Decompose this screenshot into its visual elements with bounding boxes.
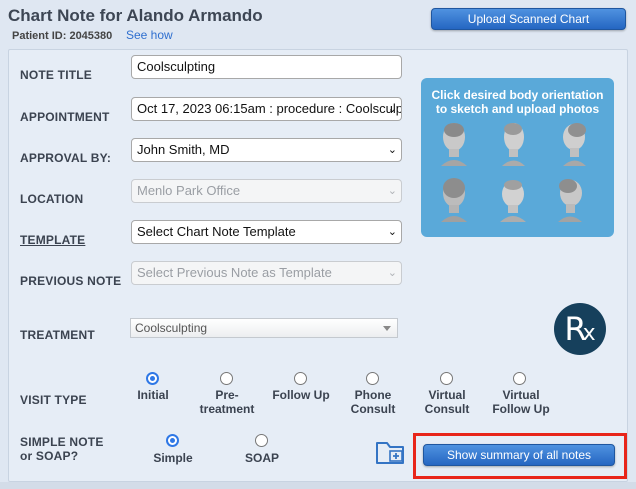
location-value: Menlo Park Office bbox=[137, 183, 241, 198]
visit-type-virtual-consult-line2: Consult bbox=[424, 402, 470, 416]
upload-scanned-chart-button[interactable]: Upload Scanned Chart bbox=[431, 8, 626, 30]
visit-type-virtual-consult-label: Virtual Consult bbox=[412, 388, 482, 416]
patient-id: Patient ID: 2045380 bbox=[12, 30, 113, 42]
appointment-label: APPOINTMENT bbox=[20, 110, 110, 124]
previous-note-label: PREVIOUS NOTE bbox=[20, 274, 122, 288]
page-title: Chart Note for Alando Armando bbox=[8, 6, 263, 25]
treatment-value: Coolsculpting bbox=[135, 321, 208, 335]
simple-or-soap-label-line1: SIMPLE NOTE bbox=[20, 435, 104, 449]
visit-type-initial-label: Initial bbox=[122, 388, 184, 402]
template-select[interactable]: Select Chart Note Template ⌄ bbox=[131, 220, 402, 244]
simple-note-radio[interactable] bbox=[166, 434, 179, 447]
rx-prescription-icon[interactable]: Rx bbox=[554, 303, 606, 355]
appointment-select[interactable]: Oct 17, 2023 06:15am : procedure : Cools… bbox=[131, 97, 402, 121]
bottom-divider bbox=[0, 482, 636, 489]
visit-type-initial-text: Initial bbox=[137, 388, 169, 402]
note-title-value: Coolsculpting bbox=[137, 59, 216, 74]
head-profile-icon[interactable] bbox=[553, 176, 591, 222]
visit-type-pretreatment-line2: treatment bbox=[199, 402, 255, 416]
visit-type-virtual-consult-line1: Virtual bbox=[428, 388, 466, 402]
visit-type-pretreatment-radio[interactable] bbox=[220, 372, 233, 385]
visit-type-label: VISIT TYPE bbox=[20, 393, 87, 407]
soap-note-label: SOAP bbox=[244, 451, 279, 465]
head-front-icon[interactable] bbox=[435, 120, 473, 166]
head-three-quarter-icon[interactable] bbox=[494, 120, 532, 166]
location-select: Menlo Park Office ⌄ bbox=[131, 179, 402, 203]
visit-type-virtual-follow-up-radio[interactable] bbox=[513, 372, 526, 385]
treatment-label: TREATMENT bbox=[20, 328, 95, 342]
see-how-link[interactable]: See how bbox=[126, 28, 173, 42]
rx-subscript: x bbox=[582, 321, 596, 346]
chevron-down-icon: ⌄ bbox=[387, 185, 397, 197]
previous-note-value: Select Previous Note as Template bbox=[137, 265, 332, 280]
location-label: LOCATION bbox=[20, 192, 84, 206]
visit-type-phone-consult-line1: Phone bbox=[354, 388, 392, 402]
visit-type-follow-up-label: Follow Up bbox=[266, 388, 336, 402]
visit-type-virtual-follow-up-label: Virtual Follow Up bbox=[484, 388, 558, 416]
visit-type-pretreatment-label: Pre- treatment bbox=[190, 388, 264, 416]
head-back-icon[interactable] bbox=[435, 176, 473, 222]
soap-note-radio[interactable] bbox=[255, 434, 268, 447]
head-up-icon[interactable] bbox=[494, 176, 532, 222]
head-side-icon[interactable] bbox=[553, 120, 591, 166]
visit-type-virtual-consult-radio[interactable] bbox=[440, 372, 453, 385]
visit-type-pretreatment-line1: Pre- bbox=[215, 388, 239, 402]
visit-type-virtual-follow-up-line2: Follow Up bbox=[492, 402, 550, 416]
visit-type-follow-up-radio[interactable] bbox=[294, 372, 307, 385]
treatment-select[interactable]: Coolsculpting bbox=[130, 318, 398, 338]
chevron-down-icon: ⌄ bbox=[387, 103, 397, 115]
approval-by-select[interactable]: John Smith, MD ⌄ bbox=[131, 138, 402, 162]
approval-by-value: John Smith, MD bbox=[137, 142, 230, 157]
simple-or-soap-label-line2: or SOAP? bbox=[20, 449, 79, 463]
simple-or-soap-label: SIMPLE NOTE or SOAP? bbox=[20, 435, 104, 463]
appointment-value: Oct 17, 2023 06:15am : procedure : Cools… bbox=[137, 101, 402, 116]
chevron-down-icon: ⌄ bbox=[387, 267, 397, 279]
chevron-down-icon: ⌄ bbox=[387, 226, 397, 238]
simple-note-label: Simple bbox=[153, 451, 193, 465]
visit-type-phone-consult-line2: Consult bbox=[350, 402, 396, 416]
body-orientation-panel: Click desired body orientation to sketch… bbox=[421, 78, 614, 237]
show-summary-of-all-notes-button[interactable]: Show summary of all notes bbox=[423, 444, 615, 466]
visit-type-phone-consult-radio[interactable] bbox=[366, 372, 379, 385]
body-orientation-text: Click desired body orientation to sketch… bbox=[431, 88, 604, 116]
template-label-link[interactable]: TEMPLATE bbox=[20, 233, 85, 247]
visit-type-follow-up-text: Follow Up bbox=[272, 388, 330, 402]
visit-type-initial-radio[interactable] bbox=[146, 372, 159, 385]
note-title-label: NOTE TITLE bbox=[20, 68, 92, 82]
visit-type-virtual-follow-up-line1: Virtual bbox=[502, 388, 540, 402]
dropdown-arrow-icon bbox=[383, 326, 391, 331]
add-folder-icon[interactable] bbox=[375, 438, 407, 466]
approval-by-label: APPROVAL BY: bbox=[20, 151, 112, 165]
chevron-down-icon: ⌄ bbox=[387, 144, 397, 156]
previous-note-select: Select Previous Note as Template ⌄ bbox=[131, 261, 402, 285]
template-value: Select Chart Note Template bbox=[137, 224, 296, 239]
visit-type-phone-consult-label: Phone Consult bbox=[340, 388, 406, 416]
note-title-input[interactable]: Coolsculpting bbox=[131, 55, 402, 79]
